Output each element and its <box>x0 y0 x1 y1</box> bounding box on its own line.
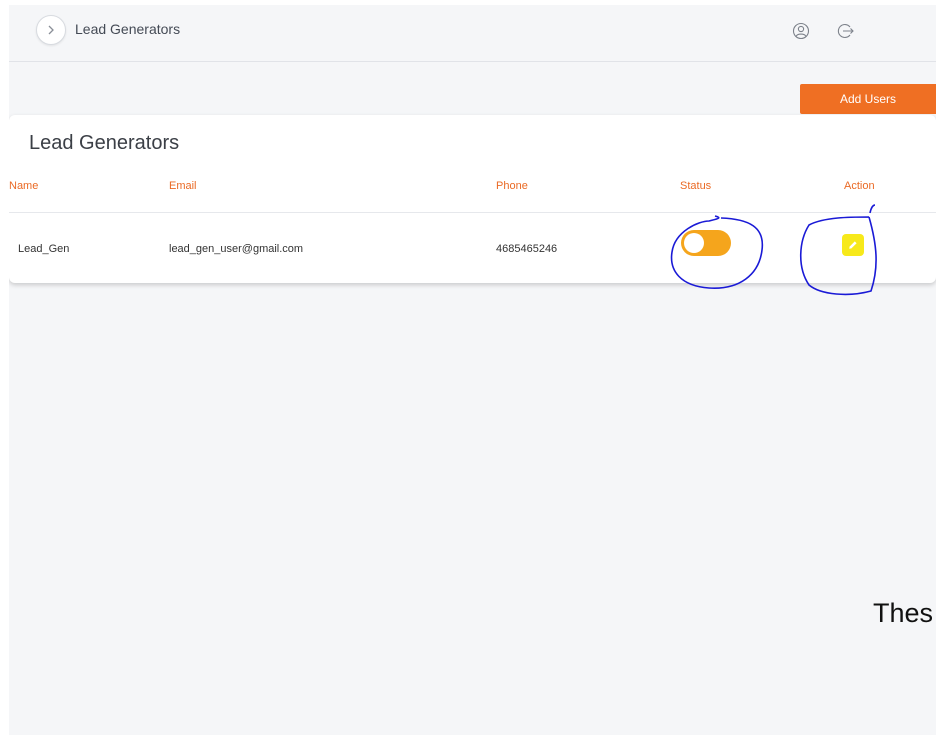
toggle-knob <box>684 233 704 253</box>
cell-phone: 4685465246 <box>496 243 558 255</box>
column-header-status: Status <box>680 180 712 192</box>
app-window: Lead Generators Add Users Lead Generator… <box>9 5 936 735</box>
header-divider <box>9 212 936 213</box>
pencil-icon <box>849 241 857 249</box>
overlay-caption-text: Thes <box>873 598 934 628</box>
status-toggle[interactable] <box>681 230 731 256</box>
user-circle-icon[interactable] <box>792 22 810 40</box>
lead-generators-card: Lead Generators Name Email Phone Status … <box>9 115 936 283</box>
cell-email: lead_gen_user@gmail.com <box>169 243 304 255</box>
sidebar-toggle-button[interactable] <box>36 15 66 45</box>
column-header-phone: Phone <box>496 180 528 192</box>
card-title: Lead Generators <box>29 132 180 154</box>
edit-button[interactable] <box>842 234 864 256</box>
column-header-action: Action <box>844 180 875 192</box>
logout-icon[interactable] <box>837 22 855 40</box>
column-header-email: Email <box>169 180 197 192</box>
add-users-button[interactable]: Add Users <box>800 84 936 114</box>
chevron-right-icon <box>48 25 54 35</box>
page-title: Lead Generators <box>75 21 181 37</box>
top-bar: Lead Generators <box>9 5 936 62</box>
cell-name: Lead_Gen <box>18 243 70 255</box>
column-header-name: Name <box>9 180 39 192</box>
